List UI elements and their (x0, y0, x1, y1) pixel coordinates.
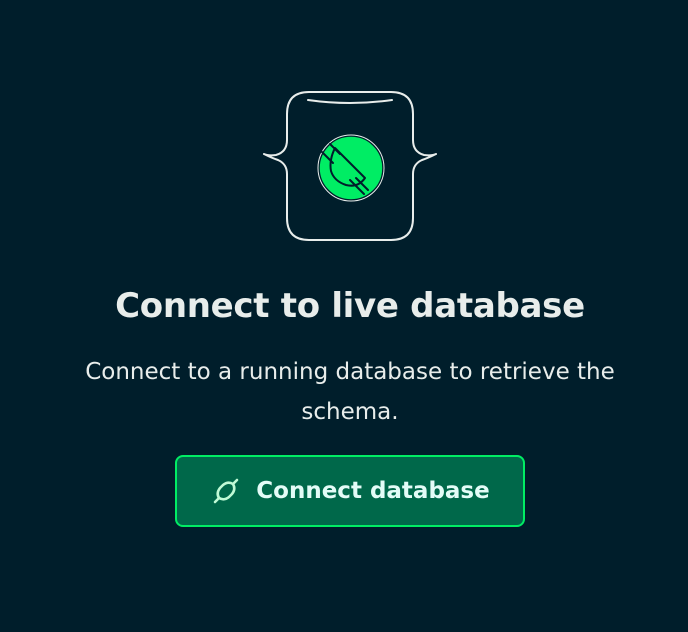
empty-state: Connect to live database Connect to a ru… (0, 0, 688, 632)
plug-icon (317, 134, 385, 202)
connect-database-button[interactable]: Connect database (175, 455, 525, 527)
empty-state-title: Connect to live database (115, 286, 585, 326)
database-illustration (262, 88, 438, 246)
connect-icon (210, 475, 242, 507)
empty-state-description: Connect to a running database to retriev… (85, 359, 615, 425)
connect-database-label: Connect database (256, 478, 490, 504)
